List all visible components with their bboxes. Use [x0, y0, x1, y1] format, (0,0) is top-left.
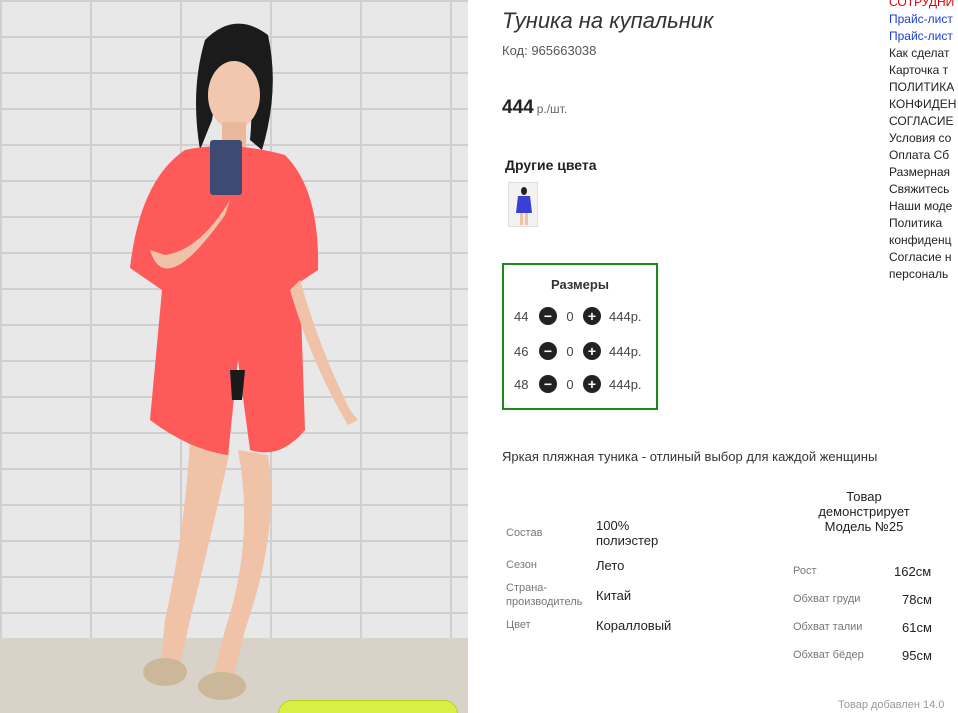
side-link[interactable]: Свяжитесь: [889, 181, 958, 198]
side-link[interactable]: Условия со: [889, 130, 958, 147]
product-photo[interactable]: [0, 0, 468, 713]
product-price: 444 р./шт.: [502, 97, 567, 119]
product-description: Яркая пляжная туника - отлиный выбор для…: [502, 449, 878, 464]
add-to-cart-button[interactable]: [278, 700, 458, 713]
side-link[interactable]: Прайс-лист: [889, 11, 958, 28]
quantity-value[interactable]: 0: [557, 309, 583, 324]
size-label: 44: [514, 308, 529, 324]
model-param-value: 61см: [902, 620, 932, 635]
color-variant-thumbnail[interactable]: [508, 182, 538, 227]
side-link[interactable]: персональ: [889, 266, 958, 283]
decrease-quantity-button[interactable]: −: [539, 375, 557, 393]
side-link[interactable]: СОГЛАСИЕ: [889, 113, 958, 130]
side-link[interactable]: ПОЛИТИКА: [889, 79, 958, 96]
product-code: Код: 965663038: [502, 43, 597, 58]
size-price: 444р.: [609, 308, 642, 324]
side-link[interactable]: СОТРУДНИ: [889, 0, 958, 11]
attribute-value-season: Лето: [596, 558, 625, 573]
model-figure: [130, 23, 358, 700]
other-colors-label: Другие цвета: [505, 157, 597, 173]
increase-quantity-button[interactable]: +: [583, 307, 601, 325]
side-link[interactable]: Оплата Сб: [889, 147, 958, 164]
blue-variant-image: [509, 183, 537, 226]
model-param-label: Обхват груди: [793, 593, 861, 605]
attribute-label-color: Цвет: [506, 619, 531, 631]
size-price: 444р.: [609, 376, 642, 392]
sizes-panel: Размеры 44 − 0 + 444р. 46 − 0 + 444р. 48…: [502, 263, 658, 410]
side-link[interactable]: Прайс-лист: [889, 28, 958, 45]
model-param-label: Обхват талии: [793, 621, 863, 633]
attribute-label-composition: Состав: [506, 527, 543, 539]
attribute-label-season: Сезон: [506, 559, 537, 571]
model-param-label: Рост: [793, 565, 817, 577]
attribute-label-country: Страна-производитель: [506, 582, 583, 608]
side-link[interactable]: Политика: [889, 215, 958, 232]
model-param-label: Обхват бёдер: [793, 649, 864, 661]
price-value: 444: [502, 97, 534, 118]
size-label: 48: [514, 376, 529, 392]
side-link[interactable]: конфиденц: [889, 232, 958, 249]
date-added: Товар добавлен 14.0: [838, 699, 945, 711]
attribute-value-country: Китай: [596, 588, 632, 603]
side-link[interactable]: Согласие н: [889, 249, 958, 266]
size-price: 444р.: [609, 343, 642, 359]
model-header: Товар демонстрирует Модель №25: [818, 489, 910, 534]
product-title: Туника на купальник: [502, 8, 714, 33]
model-param-value: 95см: [902, 648, 932, 663]
side-link[interactable]: Карточка т: [889, 62, 958, 79]
side-link[interactable]: Наши моде: [889, 198, 958, 215]
size-label: 46: [514, 343, 529, 359]
attribute-value-composition: 100% полиэстер: [596, 518, 659, 548]
model-param-value: 78см: [902, 592, 932, 607]
sizes-header: Размеры: [551, 277, 609, 292]
size-row: 44 − 0 + 444р.: [514, 306, 642, 326]
side-link[interactable]: Размерная: [889, 164, 958, 181]
increase-quantity-button[interactable]: +: [583, 342, 601, 360]
attribute-value-color: Коралловый: [596, 618, 672, 633]
side-link[interactable]: КОНФИДЕН: [889, 96, 958, 113]
price-unit: р./шт.: [536, 102, 568, 116]
side-link[interactable]: Как сделат: [889, 45, 958, 62]
side-links: СОТРУДНИ Прайс-лист Прайс-лист Как сдела…: [889, 0, 958, 283]
quantity-value[interactable]: 0: [557, 377, 583, 392]
size-row: 46 − 0 + 444р.: [514, 341, 642, 361]
size-row: 48 − 0 + 444р.: [514, 374, 642, 394]
increase-quantity-button[interactable]: +: [583, 375, 601, 393]
decrease-quantity-button[interactable]: −: [539, 342, 557, 360]
decrease-quantity-button[interactable]: −: [539, 307, 557, 325]
model-param-value: 162см: [894, 564, 932, 579]
quantity-value[interactable]: 0: [557, 344, 583, 359]
